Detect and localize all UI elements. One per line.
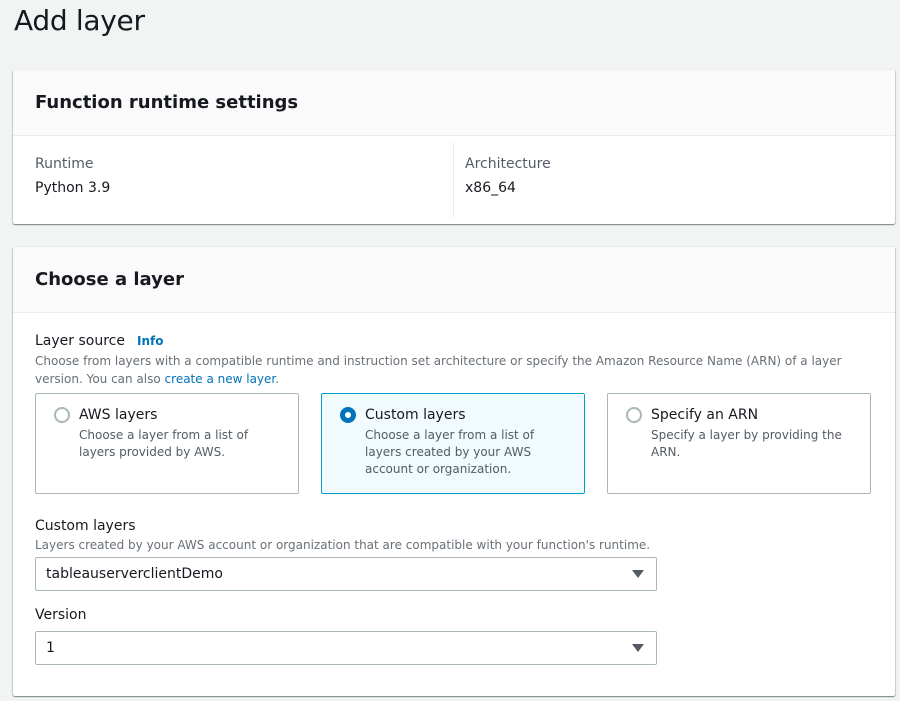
version-select[interactable]: 1	[35, 631, 657, 665]
architecture-field: Architecture x86_64	[453, 142, 893, 218]
tile-title: Specify an ARN	[651, 407, 759, 423]
choose-layer-body: Layer source Info Choose from layers wit…	[13, 333, 895, 665]
architecture-label: Architecture	[465, 156, 551, 172]
page-title: Add layer	[14, 4, 145, 37]
radio-custom-layers[interactable]	[340, 407, 356, 423]
version-selected-value: 1	[46, 640, 55, 656]
layer-source-description: Choose from layers with a compatible run…	[35, 352, 873, 388]
runtime-value: Python 3.9	[35, 180, 111, 196]
radio-aws-layers[interactable]	[54, 407, 70, 423]
tile-aws-layers[interactable]: AWS layers Choose a layer from a list of…	[35, 393, 299, 494]
custom-layers-description: Layers created by your AWS account or or…	[35, 538, 651, 552]
version-label: Version	[35, 607, 87, 623]
runtime-label: Runtime	[35, 156, 94, 172]
panel-header: Choose a layer	[13, 247, 895, 313]
layer-source-desc-suffix: .	[275, 372, 280, 386]
tile-description: Specify a layer by providing the ARN.	[651, 428, 842, 459]
runtime-field: Runtime Python 3.9	[13, 142, 453, 218]
custom-layers-label: Custom layers	[35, 518, 136, 534]
custom-layers-select[interactable]: tableauserverclientDemo	[35, 557, 657, 591]
tile-title: AWS layers	[79, 407, 158, 423]
tile-title: Custom layers	[365, 407, 466, 423]
choose-layer-panel: Choose a layer Layer source Info Choose …	[13, 246, 895, 696]
tile-description: Choose a layer from a list of layers cre…	[365, 428, 535, 476]
caret-down-icon	[632, 644, 644, 652]
radio-specify-arn[interactable]	[626, 407, 642, 423]
create-new-layer-link[interactable]: create a new layer	[165, 372, 276, 386]
tile-custom-layers[interactable]: Custom layers Choose a layer from a list…	[321, 393, 585, 494]
tile-specify-arn[interactable]: Specify an ARN Specify a layer by provid…	[607, 393, 871, 494]
caret-down-icon	[632, 570, 644, 578]
architecture-value: x86_64	[465, 180, 516, 196]
panel-title: Choose a layer	[35, 269, 184, 290]
custom-layers-selected-value: tableauserverclientDemo	[46, 566, 223, 582]
layer-source-label-text: Layer source	[35, 333, 125, 349]
panel-title: Function runtime settings	[35, 92, 299, 113]
layer-source-label: Layer source Info	[35, 333, 873, 349]
layer-source-options: AWS layers Choose a layer from a list of…	[35, 393, 873, 494]
layer-source-desc-text: Choose from layers with a compatible run…	[35, 354, 842, 386]
runtime-details: Runtime Python 3.9 Architecture x86_64	[13, 136, 895, 218]
function-runtime-settings-panel: Function runtime settings Runtime Python…	[13, 69, 895, 224]
info-link[interactable]: Info	[137, 334, 163, 348]
panel-header: Function runtime settings	[13, 70, 895, 136]
tile-description: Choose a layer from a list of layers pro…	[79, 428, 249, 459]
